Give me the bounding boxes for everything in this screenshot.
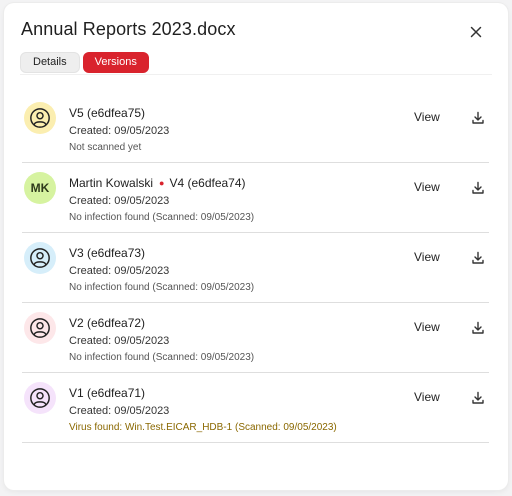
version-label: V5 (e6dfea75) [69,106,146,120]
user-icon [29,107,51,129]
separator-dot-icon: ● [159,178,165,188]
version-scan-status: Virus found: Win.Test.EICAR_HDB-1 (Scann… [69,422,337,433]
dialog-title: Annual Reports 2023.docx [21,19,236,39]
avatar-initials: MK [30,181,50,195]
version-label: V4 (e6dfea74) [169,176,246,190]
tab-bar: Details Versions [20,52,149,73]
version-created: Created: 09/05/2023 [69,405,170,417]
version-label: V3 (e6dfea73) [69,246,146,260]
version-row: V5 (e6dfea75) Created: 09/05/2023 Not sc… [22,93,489,163]
close-icon[interactable] [466,22,486,42]
version-row: V3 (e6dfea73) Created: 09/05/2023 No inf… [22,233,489,303]
user-icon [29,387,51,409]
tab-details[interactable]: Details [20,52,80,73]
version-title: V3 (e6dfea73) [69,246,145,260]
avatar [24,242,56,274]
user-icon [29,317,51,339]
view-button[interactable]: View [414,180,440,194]
version-scan-status: No infection found (Scanned: 09/05/2023) [69,352,255,363]
version-created: Created: 09/05/2023 [69,265,170,277]
view-button[interactable]: View [414,110,440,124]
version-title: Martin Kowalski ● V4 (e6dfea74) [69,176,246,190]
version-row: MK Martin Kowalski ● V4 (e6dfea74) Created… [22,163,489,233]
download-icon[interactable] [470,110,486,126]
versions-dialog: Annual Reports 2023.docx Details Version… [4,3,508,490]
avatar: MK [24,172,56,204]
version-scan-status: No infection found (Scanned: 09/05/2023) [69,212,255,223]
tab-versions[interactable]: Versions [82,52,149,73]
version-title: V1 (e6dfea71) [69,386,145,400]
version-created: Created: 09/05/2023 [69,195,170,207]
version-created: Created: 09/05/2023 [69,125,170,137]
download-icon[interactable] [470,250,486,266]
avatar [24,312,56,344]
version-created: Created: 09/05/2023 [69,335,170,347]
view-button[interactable]: View [414,250,440,264]
view-button[interactable]: View [414,320,440,334]
avatar [24,102,56,134]
tab-divider [20,74,492,75]
view-button[interactable]: View [414,390,440,404]
version-row: V2 (e6dfea72) Created: 09/05/2023 No inf… [22,303,489,373]
download-icon[interactable] [470,180,486,196]
version-label: V1 (e6dfea71) [69,386,146,400]
version-scan-status: No infection found (Scanned: 09/05/2023) [69,282,255,293]
version-list: V5 (e6dfea75) Created: 09/05/2023 Not sc… [22,93,489,443]
download-icon[interactable] [470,390,486,406]
version-label: V2 (e6dfea72) [69,316,146,330]
download-icon[interactable] [470,320,486,336]
version-title: V2 (e6dfea72) [69,316,145,330]
version-author: Martin Kowalski [69,176,154,190]
avatar [24,382,56,414]
version-row: V1 (e6dfea71) Created: 09/05/2023 Virus … [22,373,489,443]
version-scan-status: Not scanned yet [69,142,142,153]
user-icon [29,247,51,269]
version-title: V5 (e6dfea75) [69,106,145,120]
